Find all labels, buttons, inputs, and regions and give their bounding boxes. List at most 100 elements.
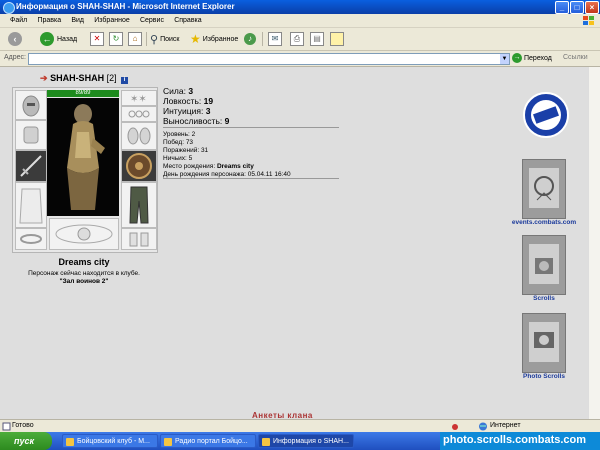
menu-edit[interactable]: Правка <box>33 14 65 27</box>
equipment-doll: 89/89 ✶✶ <box>12 87 158 253</box>
stat-label: Ловкость: <box>163 96 202 106</box>
boots-icon <box>129 232 149 247</box>
detail-losses: Поражений: 31 <box>163 147 209 154</box>
clan-badge-icon[interactable] <box>522 87 570 147</box>
menu-view[interactable]: Вид <box>67 14 88 27</box>
legs-slot[interactable] <box>121 182 157 228</box>
boots-slot[interactable] <box>121 228 157 250</box>
window-title: Информация о SHAH-SHAH - Microsoft Inter… <box>16 2 235 11</box>
address-input[interactable]: ▼ <box>28 53 510 65</box>
refresh-button[interactable]: ↻ <box>109 31 123 47</box>
hp-bar: 89/89 <box>47 90 119 97</box>
security-icon <box>452 424 458 430</box>
edit-icon: ▤ <box>310 32 324 46</box>
window-title-bar[interactable]: Информация о SHAH-SHAH - Microsoft Inter… <box>0 0 600 14</box>
status-text: Готово <box>12 422 34 429</box>
weapon-slot[interactable] <box>15 150 47 182</box>
bracers-icon <box>23 126 39 144</box>
media-icon: ♪ <box>244 33 256 45</box>
zone-text: Интернет <box>490 422 521 429</box>
edit-button[interactable]: ▤ <box>310 31 324 47</box>
home-icon: ⌂ <box>128 32 142 46</box>
ring-set-icon <box>128 110 150 118</box>
task-radio-portal[interactable]: Радио портал Бойцо... <box>160 434 256 448</box>
sword-icon <box>20 155 42 177</box>
ie-icon <box>164 438 172 446</box>
stat-label: Интуиция: <box>163 106 204 116</box>
favorites-label: Избранное <box>202 35 239 43</box>
messenger-button[interactable] <box>330 31 344 47</box>
menu-file[interactable]: Файл <box>6 14 31 27</box>
info-icon[interactable]: i <box>121 77 129 84</box>
task-fight-club[interactable]: Бойцовский клуб - М... <box>62 434 158 448</box>
helmet-icon <box>22 95 40 117</box>
media-button[interactable]: ♪ <box>244 31 256 47</box>
detail-draws: Ничьих: 5 <box>163 155 193 162</box>
menu-help[interactable]: Справка <box>170 14 205 27</box>
clan-profiles-heading[interactable]: Анкеты клана <box>252 411 313 419</box>
status-bar: Готово Интернет <box>0 419 600 433</box>
gloves-icon <box>127 127 151 145</box>
events-banner[interactable] <box>522 159 566 219</box>
ring-slot-left[interactable] <box>15 228 47 250</box>
cloak-slot[interactable] <box>15 182 47 228</box>
address-dropdown-icon[interactable]: ▼ <box>500 54 509 64</box>
stop-button[interactable]: ✕ <box>90 31 104 47</box>
minimize-button[interactable]: _ <box>555 1 569 14</box>
back-nav-button[interactable]: ← Назад <box>40 31 77 47</box>
back-arrow-icon: ‹ <box>8 32 22 46</box>
character-name-line: ➔ SHAH-SHAH [2] i <box>40 73 129 84</box>
amulet-slot[interactable]: ✶✶ <box>121 90 157 106</box>
scrolls-banner[interactable] <box>522 235 566 295</box>
clan-emblem-icon <box>55 224 113 244</box>
back-button[interactable]: ‹ <box>8 31 22 47</box>
scrolls-link[interactable]: Scrolls <box>504 295 584 302</box>
helmet-slot[interactable] <box>15 90 47 120</box>
toolbar-separator <box>146 32 147 46</box>
trousers-icon <box>129 186 149 224</box>
menu-tools[interactable]: Сервис <box>136 14 168 27</box>
search-icon: ⚲ <box>150 33 159 46</box>
earring-slot[interactable] <box>121 106 157 122</box>
task-character-info[interactable]: Информация о SHAH... <box>258 434 354 448</box>
birthplace-label: Место рождения: <box>163 163 217 170</box>
stat-row: Интуиция: 3 <box>163 106 229 116</box>
start-label: пуск <box>14 436 35 446</box>
photo-scrolls-banner[interactable] <box>522 313 566 373</box>
photo-scrolls-link[interactable]: Photo Scrolls <box>504 373 584 380</box>
mail-button[interactable]: ✉ <box>268 31 282 47</box>
emblem-slot[interactable] <box>49 218 119 250</box>
character-level: [2] <box>106 73 117 83</box>
detail-birthplace: Место рождения: Dreams city <box>163 163 291 171</box>
home-button[interactable]: ⌂ <box>128 31 142 47</box>
watermark: photo.scrolls.combats.com <box>443 434 587 446</box>
character-name: SHAH-SHAH <box>50 73 105 83</box>
start-button[interactable]: пуск <box>0 432 52 450</box>
search-button[interactable]: ⚲ Поиск <box>150 31 179 47</box>
armor-slot[interactable] <box>15 120 47 150</box>
stats-block: Сила: 3 Ловкость: 19 Интуиция: 3 Выносли… <box>163 86 229 126</box>
gloves-slot[interactable] <box>121 122 157 150</box>
note-icon <box>330 32 344 46</box>
task-label: Бойцовский клуб - М... <box>77 438 150 445</box>
toolbar: ‹ ← Назад ✕ ↻ ⌂ ⚲ Поиск ★ Избранное ♪ ✉ … <box>0 28 600 51</box>
refresh-icon: ↻ <box>109 32 123 46</box>
favorites-button[interactable]: ★ Избранное <box>190 31 238 47</box>
stat-row: Сила: 3 <box>163 86 229 96</box>
events-banner-icon <box>529 168 559 208</box>
menu-favorites[interactable]: Избранное <box>90 14 133 27</box>
task-label: Информация о SHAH... <box>273 438 349 445</box>
location-club: "Зал воинов 2" <box>59 278 109 285</box>
events-link[interactable]: events.combats.com <box>504 219 584 226</box>
svg-text:✶✶: ✶✶ <box>130 94 147 105</box>
character-portrait[interactable] <box>47 98 119 216</box>
maximize-button[interactable]: □ <box>570 1 584 14</box>
stat-value: 3 <box>188 86 194 96</box>
shield-slot[interactable] <box>121 150 157 182</box>
print-button[interactable]: ⎙ <box>290 31 304 47</box>
back-label: Назад <box>57 35 78 43</box>
vertical-scrollbar[interactable] <box>588 67 600 419</box>
go-button[interactable]: → Переход <box>512 53 552 63</box>
close-button[interactable]: × <box>585 1 599 14</box>
links-label[interactable]: Ссылки <box>563 54 588 61</box>
